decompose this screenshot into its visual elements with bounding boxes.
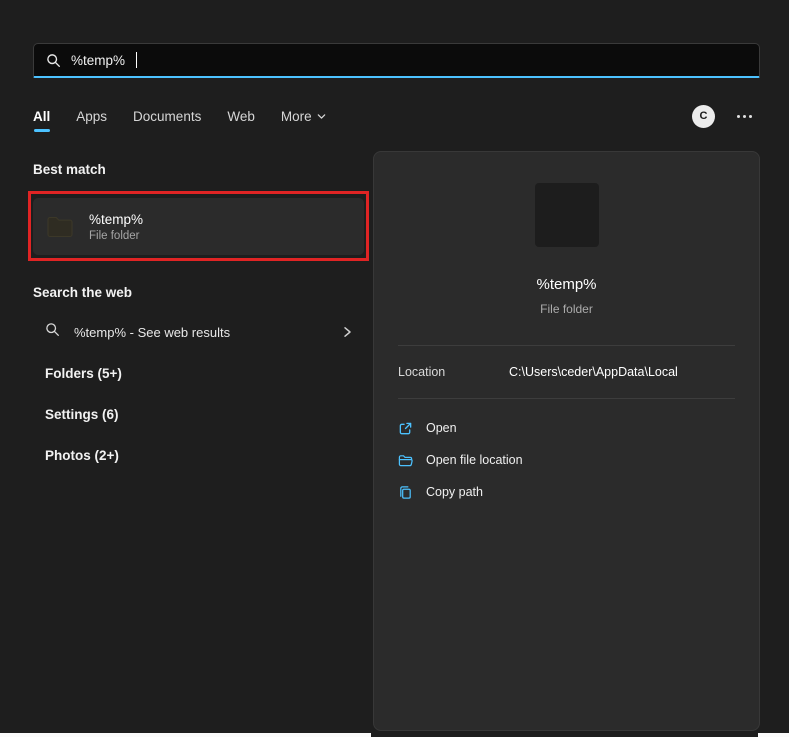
header-right: C: [692, 105, 760, 128]
preview-title: %temp%: [398, 276, 735, 293]
tab-apps[interactable]: Apps: [76, 103, 107, 130]
search-query-text: %temp%: [71, 53, 125, 68]
tab-web[interactable]: Web: [227, 103, 255, 130]
more-options-button[interactable]: [735, 109, 754, 124]
location-label: Location: [398, 365, 509, 379]
group-photos-label: Photos (2+): [45, 448, 119, 463]
search-icon: [45, 322, 60, 342]
start-search-window: %temp% All Apps Documents Web More C Bes…: [0, 0, 789, 737]
action-copy-path-label: Copy path: [426, 485, 483, 499]
tab-more[interactable]: More: [281, 103, 326, 130]
search-input[interactable]: %temp%: [33, 43, 760, 78]
location-row: Location C:\Users\ceder\AppData\Local: [398, 346, 735, 398]
action-open-file-location-label: Open file location: [426, 453, 523, 467]
group-settings[interactable]: Settings (6): [33, 394, 364, 434]
location-value: C:\Users\ceder\AppData\Local: [509, 365, 678, 379]
results-column: Best match %temp% File folder Search the…: [33, 150, 373, 475]
divider: [398, 398, 735, 399]
best-match-title: %temp%: [89, 212, 143, 227]
search-web-heading: Search the web: [33, 285, 373, 300]
ellipsis-icon: [737, 115, 752, 118]
open-icon: [398, 421, 413, 436]
desktop-sliver: [0, 733, 371, 737]
tab-documents-label: Documents: [133, 109, 201, 124]
folder-icon: [45, 212, 75, 242]
folder-icon-large: [535, 183, 599, 247]
web-result-label: %temp% - See web results: [74, 325, 328, 340]
preview-actions: Open Open file location Copy path: [398, 412, 735, 508]
chevron-down-icon: [317, 112, 326, 121]
preview-panel: %temp% File folder Location C:\Users\ced…: [373, 151, 760, 731]
copy-icon: [398, 485, 413, 500]
tab-more-label: More: [281, 109, 312, 124]
action-open[interactable]: Open: [392, 412, 741, 444]
filter-tabs: All Apps Documents Web More: [33, 103, 326, 130]
best-match-heading: Best match: [33, 162, 373, 177]
group-photos[interactable]: Photos (2+): [33, 435, 364, 475]
action-copy-path[interactable]: Copy path: [392, 476, 741, 508]
search-icon: [46, 53, 61, 68]
text-caret: [136, 52, 137, 68]
preview-subtitle: File folder: [398, 302, 735, 316]
tab-all[interactable]: All: [33, 103, 50, 130]
group-settings-label: Settings (6): [45, 407, 119, 422]
tab-documents[interactable]: Documents: [133, 103, 201, 130]
best-match-result[interactable]: %temp% File folder: [33, 198, 364, 255]
chevron-right-icon: [342, 326, 352, 338]
group-folders-label: Folders (5+): [45, 366, 122, 381]
desktop-sliver: [758, 733, 789, 737]
tab-all-label: All: [33, 109, 50, 124]
tab-web-label: Web: [227, 109, 255, 124]
filter-tabs-row: All Apps Documents Web More C: [33, 98, 760, 134]
tab-apps-label: Apps: [76, 109, 107, 124]
action-open-file-location[interactable]: Open file location: [392, 444, 741, 476]
web-search-result[interactable]: %temp% - See web results: [33, 312, 364, 352]
action-open-label: Open: [426, 421, 457, 435]
open-folder-icon: [398, 453, 413, 468]
best-match-subtitle: File folder: [89, 230, 143, 242]
account-avatar[interactable]: C: [692, 105, 715, 128]
group-folders[interactable]: Folders (5+): [33, 353, 364, 393]
